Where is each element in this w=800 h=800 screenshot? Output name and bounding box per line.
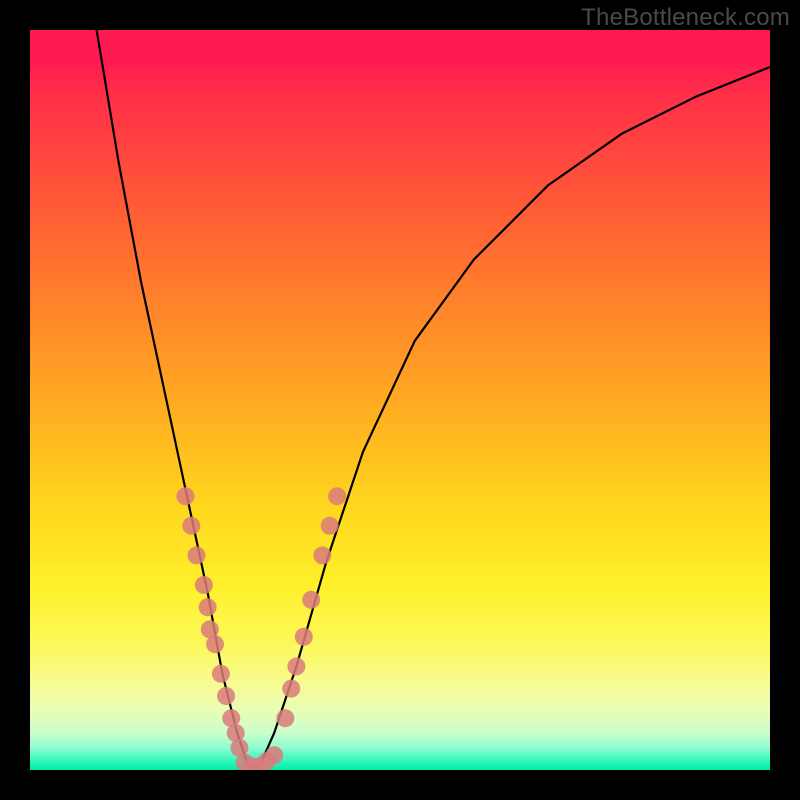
- data-point: [295, 628, 313, 646]
- data-point: [217, 687, 235, 705]
- data-point: [182, 517, 200, 535]
- data-point: [282, 680, 300, 698]
- chart-svg: [30, 30, 770, 770]
- bottleneck-curve: [97, 30, 770, 766]
- marker-layer: [176, 487, 346, 770]
- data-point: [328, 487, 346, 505]
- data-point: [212, 665, 230, 683]
- data-point: [265, 746, 283, 764]
- data-point: [176, 487, 194, 505]
- watermark-text: TheBottleneck.com: [581, 4, 790, 32]
- data-point: [188, 546, 206, 564]
- data-point: [321, 517, 339, 535]
- data-point: [287, 657, 305, 675]
- data-point: [195, 576, 213, 594]
- data-point: [206, 635, 224, 653]
- data-point: [313, 546, 331, 564]
- curve-layer: [97, 30, 770, 766]
- chart-plot-area: [30, 30, 770, 770]
- data-point: [302, 591, 320, 609]
- data-point: [199, 598, 217, 616]
- data-point: [276, 709, 294, 727]
